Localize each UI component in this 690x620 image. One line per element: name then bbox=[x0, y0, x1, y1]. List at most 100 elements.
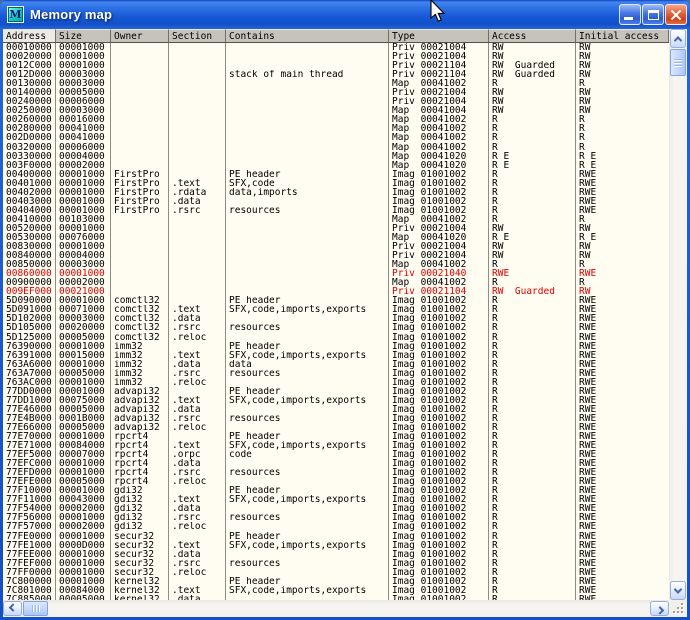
table-row[interactable]: 00840000 00004000 Priv 00021004 RW RW bbox=[3, 251, 669, 260]
table-row[interactable]: 763A7000 00005000 imm32 .rsrc resources … bbox=[3, 369, 669, 378]
table-row[interactable]: 76390000 00001000 imm32 PE header Imag 0… bbox=[3, 342, 669, 351]
table-row[interactable]: 00401000 00001000 FirstPro .text SFX,cod… bbox=[3, 179, 669, 188]
maximize-button[interactable] bbox=[642, 4, 664, 25]
cell-section bbox=[169, 486, 226, 495]
cell-address: 00410000 bbox=[3, 215, 56, 224]
cell-access: RW bbox=[489, 43, 576, 52]
cell-access: R bbox=[489, 170, 576, 179]
table-row[interactable]: 00830000 00001000 Priv 00021004 RW RW bbox=[3, 242, 669, 251]
cell-address: 77E46000 bbox=[3, 405, 56, 414]
table-row[interactable]: 77EFE000 00005000 rpcrt4 .reloc Imag 010… bbox=[3, 477, 669, 486]
column-header-address[interactable]: Address bbox=[3, 29, 56, 42]
cell-section: .rsrc bbox=[169, 468, 226, 477]
table-row[interactable]: 00530000 00076000 Map 00041020 R E R E bbox=[3, 233, 669, 242]
table-row[interactable]: 00020000 00001000 Priv 00021004 RW RW bbox=[3, 52, 669, 61]
column-header-owner[interactable]: Owner bbox=[111, 29, 169, 42]
table-row[interactable]: 002D0000 00041000 Map 00041002 R R bbox=[3, 133, 669, 142]
table-row[interactable]: 5D125000 00005000 comctl32 .reloc Imag 0… bbox=[3, 333, 669, 342]
table-row[interactable]: 77EFC000 00001000 rpcrt4 .data Imag 0100… bbox=[3, 459, 669, 468]
column-header-type[interactable]: Type bbox=[389, 29, 489, 42]
table-row[interactable]: 0012D000 00003000 stack of main thread P… bbox=[3, 70, 669, 79]
cell-contains: SFX,code,imports,exports bbox=[226, 441, 389, 450]
cell-size: 00001000 bbox=[56, 486, 111, 495]
table-row[interactable]: 00320000 00006000 Map 00041002 R R bbox=[3, 143, 669, 152]
column-header-contains[interactable]: Contains bbox=[226, 29, 389, 42]
cell-address: 5D102000 bbox=[3, 314, 56, 323]
resize-grip[interactable] bbox=[669, 600, 687, 617]
table-row[interactable]: 77DD1000 00075000 advapi32 .text SFX,cod… bbox=[3, 396, 669, 405]
table-row[interactable]: 77DD0000 00001000 advapi32 PE header Ima… bbox=[3, 387, 669, 396]
table-row[interactable]: 00140000 00005000 Priv 00021004 RW RW bbox=[3, 88, 669, 97]
table-row[interactable]: 77E4B000 0001B000 advapi32 .rsrc resourc… bbox=[3, 414, 669, 423]
table-row[interactable]: 763A6000 00001000 imm32 .data data Imag … bbox=[3, 360, 669, 369]
column-header-section[interactable]: Section bbox=[169, 29, 226, 42]
table-row[interactable]: 00010000 00001000 Priv 00021004 RW RW bbox=[3, 43, 669, 52]
vertical-scrollbar[interactable] bbox=[669, 29, 687, 600]
cell-section: .data bbox=[169, 504, 226, 513]
scroll-down-button[interactable] bbox=[670, 581, 686, 600]
app-icon[interactable]: M bbox=[7, 6, 24, 23]
table-row[interactable]: 77E46000 00005000 advapi32 .data Imag 01… bbox=[3, 405, 669, 414]
table-row[interactable]: 00400000 00001000 FirstPro PE header Ima… bbox=[3, 170, 669, 179]
column-header-access[interactable]: Access bbox=[489, 29, 576, 42]
vertical-scroll-thumb[interactable] bbox=[670, 49, 686, 76]
minimize-button[interactable] bbox=[619, 4, 641, 25]
table-row[interactable]: 5D091000 00071000 comctl32 .text SFX,cod… bbox=[3, 305, 669, 314]
table-row[interactable]: 00330000 00004000 Map 00041020 R E R E bbox=[3, 152, 669, 161]
table-row[interactable]: 00404000 00001000 FirstPro .rsrc resourc… bbox=[3, 206, 669, 215]
scroll-right-button[interactable] bbox=[650, 601, 669, 616]
table-row[interactable]: 77F11000 00043000 gdi32 .text SFX,code,i… bbox=[3, 495, 669, 504]
table-row[interactable]: 77EF5000 00007000 rpcrt4 .orpc code Imag… bbox=[3, 450, 669, 459]
table-row[interactable]: 00410000 00103000 Map 00041002 R R bbox=[3, 215, 669, 224]
table-row[interactable]: 7C800000 00001000 kernel32 PE header Ima… bbox=[3, 577, 669, 586]
table-row[interactable]: 77F57000 00002000 gdi32 .reloc Imag 0100… bbox=[3, 522, 669, 531]
cell-address: 76390000 bbox=[3, 342, 56, 351]
table-row[interactable]: 77FE1000 0000D000 secur32 .text SFX,code… bbox=[3, 541, 669, 550]
table-row[interactable]: 00860000 00001000 Priv 00021040 RWE RWE bbox=[3, 269, 669, 278]
table-row[interactable]: 77F10000 00001000 gdi32 PE header Imag 0… bbox=[3, 486, 669, 495]
table-row[interactable]: 77FF0000 00001000 secur32 .reloc Imag 01… bbox=[3, 568, 669, 577]
table-row[interactable]: 77FEF000 00001000 secur32 .rsrc resource… bbox=[3, 559, 669, 568]
scroll-left-button[interactable] bbox=[3, 601, 22, 616]
table-row[interactable]: 77E71000 00084000 rpcrt4 .text SFX,code,… bbox=[3, 441, 669, 450]
horizontal-scroll-track[interactable] bbox=[48, 600, 650, 617]
column-header-size[interactable]: Size bbox=[56, 29, 111, 42]
table-row[interactable]: 00280000 00041000 Map 00041002 R R bbox=[3, 124, 669, 133]
table-row[interactable]: 5D102000 00003000 comctl32 .data Imag 01… bbox=[3, 314, 669, 323]
table-row[interactable]: 00403000 00001000 FirstPro .data Imag 01… bbox=[3, 197, 669, 206]
horizontal-scrollbar[interactable] bbox=[3, 600, 669, 617]
cell-contains: PE header bbox=[226, 170, 389, 179]
table-row[interactable]: 5D105000 00020000 comctl32 .rsrc resourc… bbox=[3, 323, 669, 332]
horizontal-scroll-thumb[interactable] bbox=[23, 601, 48, 616]
table-row[interactable]: 7C801000 00084000 kernel32 .text SFX,cod… bbox=[3, 586, 669, 595]
cell-owner: secur32 bbox=[111, 568, 169, 577]
table-row[interactable]: 00130000 00003000 Map 00041002 R R bbox=[3, 79, 669, 88]
table-row[interactable]: 00260000 00016000 Map 00041002 R R bbox=[3, 115, 669, 124]
table-row[interactable]: 00240000 00006000 Priv 00021004 RW RW bbox=[3, 97, 669, 106]
table-row[interactable]: 77E70000 00001000 rpcrt4 PE header Imag … bbox=[3, 432, 669, 441]
vertical-scroll-track[interactable] bbox=[669, 76, 687, 581]
column-header-initial-access[interactable]: Initial access bbox=[576, 29, 669, 42]
table-row[interactable]: 77EFD000 00001000 rpcrt4 .rsrc resources… bbox=[3, 468, 669, 477]
cell-section bbox=[169, 224, 226, 233]
scroll-up-button[interactable] bbox=[670, 29, 686, 48]
table-row[interactable]: 763AC000 00001000 imm32 .reloc Imag 0100… bbox=[3, 378, 669, 387]
table-row[interactable]: 00900000 00002000 Map 00041002 R R bbox=[3, 278, 669, 287]
table-row[interactable]: 00850000 00003000 Map 00041002 R R bbox=[3, 260, 669, 269]
table-row[interactable]: 77FEE000 00001000 secur32 .data Imag 010… bbox=[3, 550, 669, 559]
table-row[interactable]: 00402000 00001000 FirstPro .rdata data,i… bbox=[3, 188, 669, 197]
table-row[interactable]: 77F54000 00002000 gdi32 .data Imag 01001… bbox=[3, 504, 669, 513]
close-button[interactable] bbox=[665, 4, 687, 25]
cell-type: Imag 01001002 bbox=[389, 197, 489, 206]
table-row[interactable]: 00520000 00001000 Priv 00021004 RW RW bbox=[3, 224, 669, 233]
table-row[interactable]: 009EF000 00021000 Priv 00021104 RW Guard… bbox=[3, 287, 669, 296]
table-row[interactable]: 77F56000 00001000 gdi32 .rsrc resources … bbox=[3, 513, 669, 522]
table-row[interactable]: 00250000 00003000 Map 00041004 RW RW bbox=[3, 106, 669, 115]
table-row[interactable]: 003F0000 00002000 Map 00041020 R E R E bbox=[3, 161, 669, 170]
table-row[interactable]: 5D090000 00001000 comctl32 PE header Ima… bbox=[3, 296, 669, 305]
table-row[interactable]: 77E66000 00005000 advapi32 .reloc Imag 0… bbox=[3, 423, 669, 432]
table-row[interactable]: 76391000 00015000 imm32 .text SFX,code,i… bbox=[3, 351, 669, 360]
titlebar[interactable]: M Memory map bbox=[0, 0, 690, 29]
table-row[interactable]: 0012C000 00001000 Priv 00021104 RW Guard… bbox=[3, 61, 669, 70]
table-row[interactable]: 77FE0000 00001000 secur32 PE header Imag… bbox=[3, 532, 669, 541]
